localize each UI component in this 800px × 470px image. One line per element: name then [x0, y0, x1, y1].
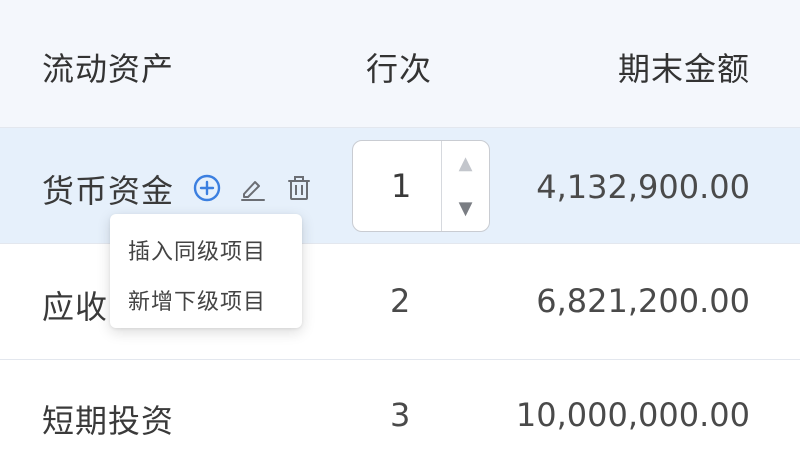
- row-number: 2: [390, 282, 411, 320]
- stepper-down-button[interactable]: ▼: [442, 186, 489, 231]
- table-header: 流动资产 行次 期末金额: [0, 0, 800, 128]
- column-header-current-assets: 流动资产: [42, 50, 175, 88]
- caret-up-icon: ▲: [458, 152, 473, 174]
- stepper-up-button[interactable]: ▲: [442, 141, 489, 186]
- add-circle-icon[interactable]: [190, 171, 224, 205]
- row-amount: 6,821,200.00: [536, 282, 750, 320]
- menu-item-add-child[interactable]: 新增下级项目: [128, 284, 266, 316]
- row-number: 3: [390, 396, 411, 434]
- edit-icon[interactable]: [236, 171, 270, 205]
- table-row[interactable]: 短期投资 3 10,000,000.00: [0, 360, 800, 470]
- menu-item-insert-sibling[interactable]: 插入同级项目: [128, 234, 266, 266]
- column-header-ending-amount: 期末金额: [617, 50, 750, 88]
- row-name: 短期投资: [42, 402, 175, 440]
- row-actions: [190, 170, 316, 206]
- row-amount: 10,000,000.00: [515, 396, 750, 434]
- add-item-popup-menu: 插入同级项目 新增下级项目: [110, 214, 302, 328]
- row-number-stepper[interactable]: 1 ▲ ▼: [352, 140, 490, 232]
- stepper-arrows: ▲ ▼: [441, 141, 489, 231]
- caret-down-icon: ▼: [458, 197, 473, 219]
- row-amount: 4,132,900.00: [536, 168, 750, 206]
- balance-sheet-table: 流动资产 行次 期末金额 货币资金 1 ▲ ▼ 4,132,900.00 应收 …: [0, 0, 800, 470]
- column-header-row-number: 行次: [366, 50, 433, 88]
- row-name: 应收: [42, 288, 109, 326]
- stepper-value[interactable]: 1: [391, 167, 411, 205]
- row-name: 货币资金: [42, 172, 175, 210]
- delete-icon[interactable]: [282, 171, 316, 205]
